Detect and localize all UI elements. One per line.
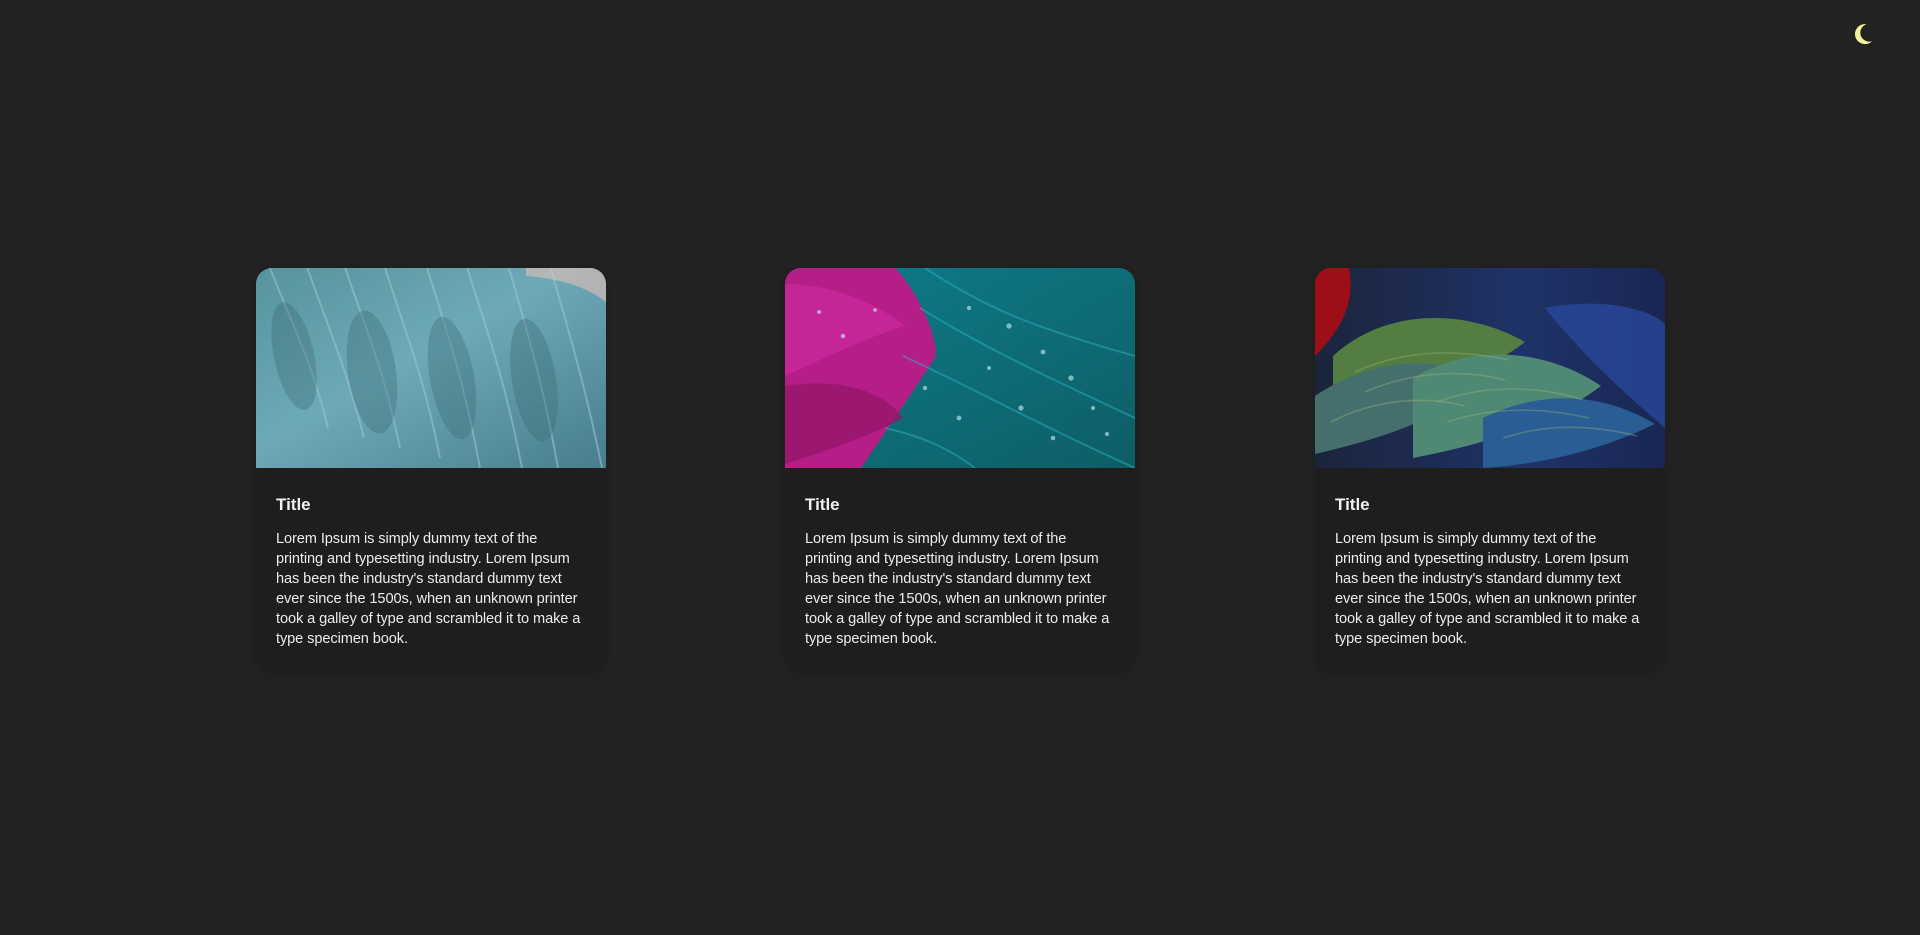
theme-toggle-button[interactable] xyxy=(1848,22,1876,50)
card-text: Lorem Ipsum is simply dummy text of the … xyxy=(276,531,581,648)
card-title: Title xyxy=(276,495,311,514)
card-grid: Title Lorem Ipsum is simply dummy text o… xyxy=(256,268,1666,670)
card-image xyxy=(256,268,606,468)
moon-icon xyxy=(1848,20,1876,53)
card-image xyxy=(785,268,1135,468)
card-image xyxy=(1315,268,1665,468)
card-title: Title xyxy=(805,495,840,514)
card-title: Title xyxy=(1335,495,1370,514)
card-text: Lorem Ipsum is simply dummy text of the … xyxy=(805,531,1110,648)
top-bar xyxy=(0,0,1920,72)
card: Title Lorem Ipsum is simply dummy text o… xyxy=(256,268,606,670)
card: Title Lorem Ipsum is simply dummy text o… xyxy=(785,268,1135,670)
card-text: Lorem Ipsum is simply dummy text of the … xyxy=(1335,531,1640,648)
card: Title Lorem Ipsum is simply dummy text o… xyxy=(1315,268,1665,670)
